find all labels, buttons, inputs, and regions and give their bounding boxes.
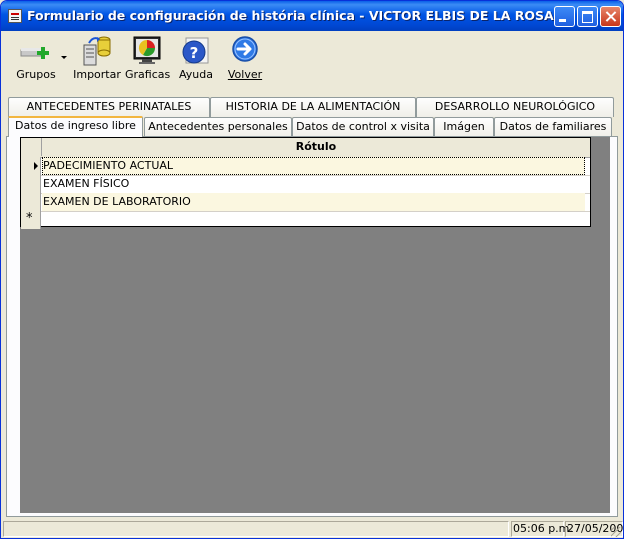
graficas-label: Graficas: [125, 68, 171, 81]
row-cell[interactable]: PADECIMIENTO ACTUAL: [42, 157, 585, 175]
new-row[interactable]: *: [21, 211, 590, 229]
importar-label: Importar: [73, 68, 121, 81]
tab-historia-alimentacion[interactable]: HISTORIA DE LA ALIMENTACIÓN: [210, 97, 416, 117]
status-bar: 05:06 p.m. 27/05/2008: [1, 519, 623, 538]
import-database-icon: [83, 36, 111, 66]
new-row-asterisk-icon: *: [26, 211, 33, 226]
row-cell[interactable]: [42, 211, 585, 229]
volver-label: Volver: [227, 68, 263, 81]
column-header-rotulo[interactable]: Rótulo: [42, 138, 590, 156]
window-title: Formulario de configuración de história …: [27, 8, 554, 23]
volver-button[interactable]: Volver: [225, 35, 265, 83]
row-selector[interactable]: [21, 157, 41, 175]
chart-icon: [133, 36, 161, 64]
tab-datos-familiares[interactable]: Datos de familiares: [494, 117, 612, 137]
resize-grip-icon[interactable]: [611, 527, 621, 537]
table-row[interactable]: PADECIMIENTO ACTUAL: [21, 157, 590, 176]
tab-desarrollo-neurologico[interactable]: DESARROLLO NEUROLÓGICO: [416, 97, 614, 117]
title-bar[interactable]: Formulario de configuración de história …: [1, 1, 623, 31]
main-window: Formulario de configuración de história …: [0, 0, 624, 539]
back-arrow-icon: [232, 36, 258, 62]
tab-imagen[interactable]: Imágen: [434, 117, 494, 137]
table-row[interactable]: EXAMEN DE LABORATORIO: [21, 193, 590, 212]
tab-panel: Rótulo PADECIMIENTO ACTUAL EXAMEN FÍSICO…: [6, 136, 618, 517]
row-selector[interactable]: [21, 175, 41, 193]
row-cell[interactable]: EXAMEN FÍSICO: [42, 175, 585, 193]
app-document-icon[interactable]: [8, 9, 22, 23]
table-row[interactable]: EXAMEN FÍSICO: [21, 175, 590, 194]
ayuda-button[interactable]: ? Ayuda: [175, 35, 217, 83]
maximize-button[interactable]: [577, 6, 598, 27]
add-group-icon: [20, 47, 49, 59]
tab-datos-ingreso-libre[interactable]: Datos de ingreso libre: [8, 116, 143, 137]
importar-button[interactable]: Importar: [73, 35, 121, 83]
row-selector[interactable]: *: [21, 211, 41, 229]
row-cell[interactable]: EXAMEN DE LABORATORIO: [42, 193, 585, 211]
grupos-label: Grupos: [16, 68, 56, 81]
grid-header: Rótulo: [21, 138, 590, 158]
grupos-dropdown-arrow-icon[interactable]: [61, 56, 67, 59]
minimize-button[interactable]: [554, 6, 575, 27]
grid-area[interactable]: Rótulo PADECIMIENTO ACTUAL EXAMEN FÍSICO…: [20, 137, 610, 513]
help-icon: ?: [182, 37, 209, 64]
row-selector[interactable]: [21, 193, 41, 211]
status-time: 05:06 p.m.: [511, 521, 573, 537]
svg-text:?: ?: [190, 44, 199, 62]
tab-antecedentes-personales[interactable]: Antecedentes personales: [144, 117, 292, 137]
graficas-button[interactable]: Graficas: [125, 35, 171, 83]
tab-datos-control-visita[interactable]: Datos de control x visita: [292, 117, 434, 137]
tab-antecedentes-perinatales[interactable]: ANTECEDENTES PERINATALES: [8, 97, 210, 117]
select-all-cell[interactable]: [21, 138, 42, 156]
data-grid[interactable]: Rótulo PADECIMIENTO ACTUAL EXAMEN FÍSICO…: [20, 137, 591, 229]
ayuda-label: Ayuda: [179, 68, 213, 81]
status-panel-main: [3, 521, 509, 537]
grupos-button[interactable]: Grupos: [13, 35, 59, 83]
current-row-pointer-icon: [34, 162, 38, 170]
close-button[interactable]: [600, 6, 621, 27]
